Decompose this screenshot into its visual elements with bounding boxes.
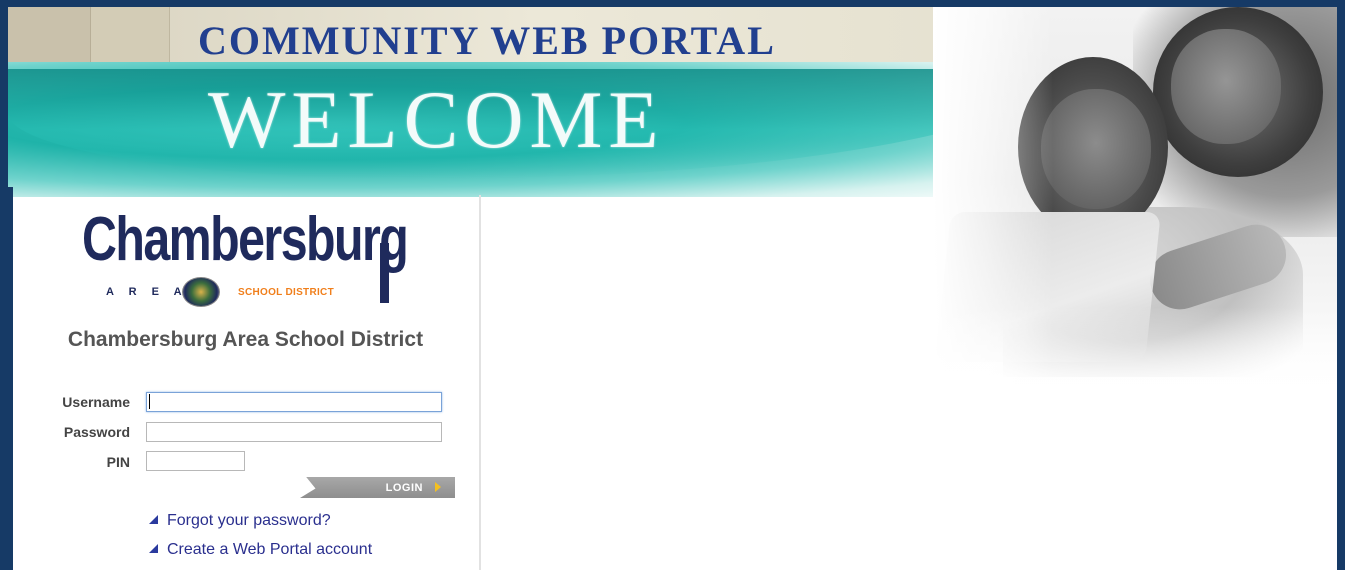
district-logo: Chambersburg A R E A SCHOOL DISTRICT [78,207,409,317]
password-input[interactable] [146,422,442,442]
create-account-text: Create a Web Portal account [167,541,373,558]
logo-district-text: SCHOOL DISTRICT [238,287,334,298]
left-border [8,187,13,570]
arrow-right-icon [435,482,441,492]
portal-title: COMMUNITY WEB PORTAL [198,18,776,63]
triangle-bullet-icon [149,544,158,553]
text-caret [149,394,150,409]
welcome-heading: WELCOME [208,74,665,165]
create-account-link[interactable]: Create a Web Portal account [149,541,372,559]
username-label: Username [62,394,130,410]
password-label: Password [63,424,130,440]
logo-wordmark: Chambersburg [82,205,409,274]
username-input[interactable] [146,392,442,412]
banner-tile [91,7,170,69]
login-button[interactable]: LOGIN [300,477,455,498]
family-photo [933,7,1337,397]
district-name: Chambersburg Area School District [67,328,424,351]
pin-input[interactable] [146,451,245,471]
panel-divider [479,195,481,570]
login-label: LOGIN [385,482,423,494]
forgot-password-link[interactable]: Forgot your password? [149,512,331,530]
portal-frame: COMMUNITY WEB PORTAL WELCOME Chambersbur… [8,7,1337,570]
forgot-password-text: Forgot your password? [167,512,331,529]
banner-tile [8,7,91,69]
district-seal-icon [182,277,220,307]
logo-area-text: A R E A [106,286,188,298]
logo-bar [380,243,389,303]
pin-label: PIN [106,454,130,470]
triangle-bullet-icon [149,515,158,524]
